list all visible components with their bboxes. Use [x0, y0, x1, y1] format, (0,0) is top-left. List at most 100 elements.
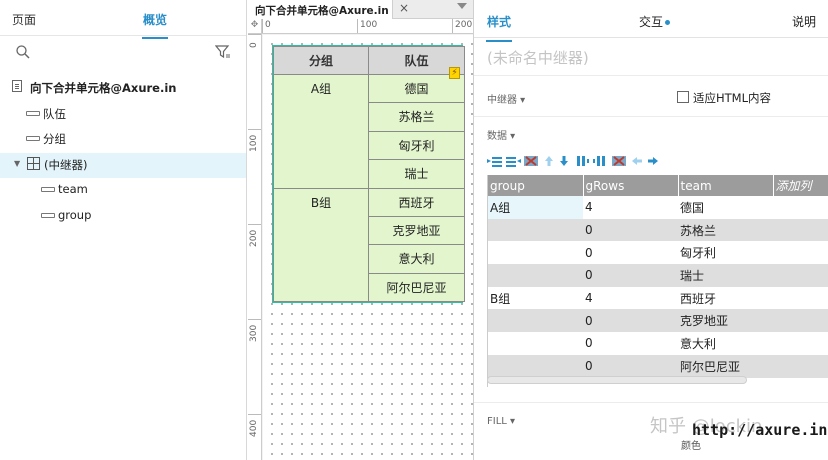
move-down-icon[interactable]: [559, 155, 569, 167]
close-icon[interactable]: ×: [399, 1, 409, 15]
design-canvas[interactable]: 向下合并单元格@Axure.in × ✥ 0 100 200 0 100 200…: [248, 0, 473, 460]
expand-caret-icon[interactable]: ▼: [14, 159, 20, 168]
move-up-icon[interactable]: [544, 155, 554, 167]
grid-cell[interactable]: 西班牙: [678, 286, 773, 310]
grid-cell[interactable]: 0: [583, 264, 678, 287]
move-left-icon[interactable]: [631, 155, 643, 167]
table-row[interactable]: 0 意大利: [488, 332, 828, 355]
tab-dropdown-icon[interactable]: [457, 3, 467, 9]
ruler-label: 200: [249, 229, 259, 247]
repeater-widget[interactable]: 分组 队伍 A组 德国 苏格兰 匈牙利 瑞士 B组 西班牙 克罗地亚 意大利 阿…: [272, 45, 465, 304]
table-row[interactable]: A组 4 德国: [488, 196, 828, 219]
grid-cell[interactable]: 4: [583, 196, 678, 219]
tab-outline[interactable]: 概览: [141, 11, 169, 39]
grid-cell[interactable]: 0: [583, 354, 678, 378]
outline-item-repeater[interactable]: ▼ (中继器): [0, 152, 246, 178]
grid-cell[interactable]: [773, 332, 828, 355]
textfield-icon: [41, 212, 55, 218]
search-icon[interactable]: [15, 44, 31, 60]
grid-cell[interactable]: A组: [488, 196, 583, 219]
textfield-icon: [26, 110, 40, 116]
grid-cell[interactable]: 克罗地亚: [678, 309, 773, 333]
grid-cell[interactable]: 苏格兰: [678, 218, 773, 242]
move-right-icon[interactable]: [647, 155, 659, 167]
table-row[interactable]: 0 克罗地亚: [488, 309, 828, 333]
grid-cell[interactable]: B组: [488, 286, 583, 310]
inspector-tabbar: 样式 交互 说明: [474, 0, 828, 42]
grid-cell[interactable]: 匈牙利: [678, 241, 773, 265]
grid-cell[interactable]: 0: [583, 241, 678, 265]
widget-name-field[interactable]: (未命名中继器): [487, 47, 589, 68]
grid-cell[interactable]: [773, 264, 828, 287]
tab-interaction[interactable]: 交互: [639, 13, 671, 30]
data-section-toggle[interactable]: 数据 ▾: [487, 127, 515, 142]
grid-cell[interactable]: [488, 354, 583, 378]
outline-item-group-label[interactable]: 分组: [0, 127, 246, 153]
grid-cell[interactable]: [773, 218, 828, 242]
filter-icon[interactable]: [215, 44, 231, 60]
grid-cell[interactable]: [488, 309, 583, 333]
insert-column-left-icon[interactable]: [575, 155, 589, 167]
outline-item-group[interactable]: group: [0, 204, 246, 230]
fit-html-checkbox[interactable]: [677, 91, 689, 103]
outline-tree: 向下合并单元格@Axure.in 队伍 分组 ▼ (中继器) team grou…: [0, 76, 246, 229]
table-row[interactable]: 0 匈牙利: [488, 241, 828, 265]
table-row[interactable]: 0 瑞士: [488, 264, 828, 287]
grid-column-grows[interactable]: gRows: [583, 175, 679, 196]
tab-style[interactable]: 样式: [485, 13, 513, 42]
grid-cell[interactable]: 0: [583, 309, 678, 333]
grid-cell[interactable]: 0: [583, 218, 678, 242]
team-cell: 阿尔巴尼亚: [368, 272, 465, 303]
grid-cell[interactable]: [488, 241, 583, 265]
grid-cell[interactable]: [773, 241, 828, 265]
grid-cell[interactable]: 阿尔巴尼亚: [678, 354, 773, 378]
grid-column-team[interactable]: team: [678, 175, 774, 196]
outline-search-bar: [0, 36, 246, 68]
outline-panel: 页面 概览 向下合并单元格@Axure.in 队伍 分组 ▼ (中继器) tea…: [0, 0, 247, 460]
fit-html-label[interactable]: 适应HTML内容: [693, 90, 771, 106]
interaction-bolt-icon[interactable]: ⚡: [449, 67, 460, 79]
grid-cell[interactable]: [773, 286, 828, 310]
grid-horizontal-scrollbar[interactable]: [487, 376, 747, 384]
grid-cell[interactable]: [773, 309, 828, 333]
divider: [474, 402, 828, 403]
outline-item-team-label[interactable]: 队伍: [0, 102, 246, 128]
insert-row-icon[interactable]: [487, 155, 503, 167]
grid-cell[interactable]: 德国: [678, 196, 773, 219]
grid-cell[interactable]: [488, 332, 583, 355]
outline-item-label: 分组: [43, 132, 66, 146]
grid-cell[interactable]: [773, 196, 828, 219]
grid-cell[interactable]: 瑞士: [678, 264, 773, 287]
tab-pages[interactable]: 页面: [12, 11, 36, 28]
grid-cell[interactable]: [773, 354, 828, 378]
outline-item-team[interactable]: team: [0, 178, 246, 204]
repeater-section-toggle[interactable]: 中继器 ▾: [487, 91, 525, 106]
team-cell: 克罗地亚: [368, 215, 465, 246]
grid-cell[interactable]: 0: [583, 332, 678, 355]
grid-column-group[interactable]: group: [488, 175, 584, 196]
table-row[interactable]: 0 苏格兰: [488, 218, 828, 242]
vertical-ruler: 0 100 200 300 400: [248, 34, 262, 460]
tab-notes[interactable]: 说明: [792, 13, 816, 30]
grid-cell[interactable]: [488, 218, 583, 242]
data-grid[interactable]: group gRows team 添加列 A组 4 德国 0 苏格兰 0 匈牙利…: [487, 175, 828, 387]
grid-cell[interactable]: 意大利: [678, 332, 773, 355]
table-row[interactable]: 0 阿尔巴尼亚: [488, 354, 828, 378]
table-row[interactable]: B组 4 西班牙: [488, 286, 828, 310]
tab-interaction-label: 交互: [639, 15, 664, 29]
delete-column-icon[interactable]: [611, 155, 627, 167]
table-row: 克罗地亚: [273, 215, 465, 246]
document-tab[interactable]: 向下合并单元格@Axure.in: [248, 0, 393, 19]
grid-cell[interactable]: [488, 264, 583, 287]
add-column-button[interactable]: 添加列: [773, 175, 828, 196]
interaction-indicator-icon: [665, 20, 671, 25]
group-cell: [273, 131, 369, 160]
data-grid-table: group gRows team 添加列 A组 4 德国 0 苏格兰 0 匈牙利…: [488, 175, 828, 378]
delete-row-icon[interactable]: [523, 155, 539, 167]
fill-section-toggle[interactable]: FILL ▾: [487, 416, 515, 427]
grid-cell[interactable]: 4: [583, 286, 678, 310]
outline-item-page[interactable]: 向下合并单元格@Axure.in: [0, 76, 246, 102]
add-row-icon[interactable]: [505, 155, 521, 167]
ruler-label: 0: [265, 20, 271, 30]
insert-column-right-icon[interactable]: [593, 155, 607, 167]
